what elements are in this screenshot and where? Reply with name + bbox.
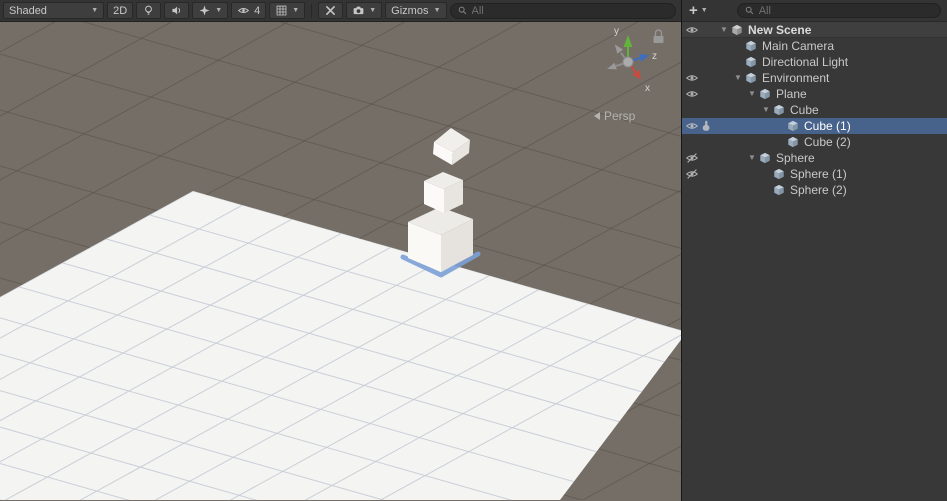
effects-dropdown[interactable]: ▼ xyxy=(192,2,229,19)
hierarchy-item-label: Cube (1) xyxy=(804,119,851,133)
hierarchy-panel: + ▼ ▼ New Scene Main Camera xyxy=(681,0,947,501)
hierarchy-row-environment[interactable]: ▼ Environment xyxy=(682,70,947,86)
create-menu-button[interactable]: + ▼ xyxy=(686,3,711,18)
visibility-icon xyxy=(237,4,250,17)
cube-object[interactable] xyxy=(433,128,470,165)
chevron-down-icon: ▼ xyxy=(91,7,99,14)
eye-icon[interactable] xyxy=(685,119,699,133)
eye-off-icon[interactable] xyxy=(685,167,699,181)
chevron-down-icon: ▼ xyxy=(700,7,708,14)
chevron-down-icon: ▼ xyxy=(433,7,441,14)
tools-icon xyxy=(324,4,337,17)
eye-icon[interactable] xyxy=(685,71,699,85)
camera-icon xyxy=(352,4,365,17)
hierarchy-item-label: Cube xyxy=(790,103,819,117)
foldout-icon[interactable]: ▼ xyxy=(746,86,758,102)
audio-toggle[interactable] xyxy=(164,2,190,19)
hierarchy-item-label: Main Camera xyxy=(762,39,835,53)
foldout-icon[interactable]: ▼ xyxy=(760,102,772,118)
search-icon xyxy=(744,5,755,16)
hierarchy-row-sphere[interactable]: ▼ Sphere xyxy=(682,150,947,166)
ground-plane[interactable] xyxy=(0,191,681,500)
hierarchy-item-label: Sphere xyxy=(776,151,815,165)
gameobject-icon xyxy=(744,39,758,53)
gameobject-icon xyxy=(786,135,800,149)
gameobject-icon xyxy=(786,119,800,133)
chevron-down-icon: ▼ xyxy=(369,7,377,14)
scene-visibility-toggle[interactable]: 4 xyxy=(231,2,267,19)
persp-arrow-icon xyxy=(594,112,600,120)
hierarchy-row-sphere-2[interactable]: Sphere (2) xyxy=(682,182,947,198)
unity-editor: Shaded ▼ 2D ▼ 4 ▼ ▼ Gizmos ▼ All y z x P… xyxy=(0,0,947,501)
hierarchy-item-label: Cube (2) xyxy=(804,135,851,149)
scene-pane: Shaded ▼ 2D ▼ 4 ▼ ▼ Gizmos ▼ All y z x P… xyxy=(0,0,681,501)
hierarchy-search-input[interactable] xyxy=(758,4,934,17)
axis-y-label[interactable]: y xyxy=(614,26,619,37)
hierarchy-row-plane[interactable]: ▼ Plane xyxy=(682,86,947,102)
hierarchy-tree: ▼ New Scene Main Camera Directional Ligh… xyxy=(682,22,947,501)
hierarchy-row-directional-light[interactable]: Directional Light xyxy=(682,54,947,70)
gizmos-label: Gizmos xyxy=(391,4,429,17)
projection-toggle[interactable]: Persp xyxy=(594,109,635,123)
hierarchy-item-label: New Scene xyxy=(748,22,812,37)
2d-toggle[interactable]: 2D xyxy=(107,2,134,19)
axis-z-label[interactable]: z xyxy=(652,51,657,62)
gameobject-icon xyxy=(744,55,758,69)
gameobject-icon xyxy=(772,183,786,197)
orientation-gizmo[interactable]: y z x xyxy=(607,26,657,94)
hierarchy-row-cube[interactable]: ▼ Cube xyxy=(682,102,947,118)
gameobject-icon xyxy=(758,151,772,165)
chevron-down-icon: ▼ xyxy=(215,7,223,14)
projection-label: Persp xyxy=(604,109,636,123)
audio-icon xyxy=(170,4,183,17)
scene-icon xyxy=(730,23,744,37)
hierarchy-row-new-scene[interactable]: ▼ New Scene xyxy=(682,22,947,38)
grid-icon xyxy=(275,4,288,17)
scene-view-toolbar: Shaded ▼ 2D ▼ 4 ▼ ▼ Gizmos ▼ All xyxy=(0,0,681,22)
draw-mode-dropdown[interactable]: Shaded ▼ xyxy=(3,2,105,19)
lock-icon[interactable] xyxy=(653,29,664,43)
pick-hand-icon[interactable] xyxy=(699,119,713,133)
hierarchy-row-sphere-1[interactable]: Sphere (1) xyxy=(682,166,947,182)
eye-icon[interactable] xyxy=(685,23,699,37)
foldout-icon[interactable]: ▼ xyxy=(746,150,758,166)
lighting-icon xyxy=(142,4,155,17)
hierarchy-item-label: Sphere (1) xyxy=(790,167,847,181)
hierarchy-item-label: Sphere (2) xyxy=(790,183,847,197)
eye-icon[interactable] xyxy=(685,87,699,101)
scene-search-input[interactable] xyxy=(471,4,669,17)
cube-object[interactable] xyxy=(424,172,463,213)
hierarchy-item-label: Environment xyxy=(762,71,830,85)
chevron-down-icon: ▼ xyxy=(292,7,300,14)
search-icon xyxy=(457,5,468,16)
gameobject-icon xyxy=(758,87,772,101)
lighting-toggle[interactable] xyxy=(136,2,162,19)
effects-icon xyxy=(198,4,211,17)
gameobject-icon xyxy=(744,71,758,85)
hierarchy-toolbar: + ▼ xyxy=(682,0,947,22)
tools-button[interactable] xyxy=(318,2,344,19)
toolbar-separator xyxy=(311,3,313,18)
scene-view[interactable]: y z x Persp xyxy=(0,22,681,501)
draw-mode-label: Shaded xyxy=(9,4,47,17)
grid-visual-dropdown[interactable]: ▼ xyxy=(269,2,306,19)
hierarchy-row-main-camera[interactable]: Main Camera xyxy=(682,38,947,54)
hierarchy-item-label: Directional Light xyxy=(762,55,849,69)
hierarchy-item-label: Plane xyxy=(776,87,807,101)
foldout-icon[interactable]: ▼ xyxy=(718,22,730,38)
2d-label: 2D xyxy=(113,4,128,17)
scene-search[interactable] xyxy=(449,2,676,19)
plus-icon: + xyxy=(689,2,698,19)
foldout-icon[interactable]: ▼ xyxy=(732,70,744,86)
gizmos-dropdown[interactable]: Gizmos ▼ xyxy=(385,2,447,19)
gameobject-icon xyxy=(772,103,786,117)
hierarchy-row-cube-1[interactable]: Cube (1) xyxy=(682,118,947,134)
axis-x-label[interactable]: x xyxy=(645,83,650,94)
eye-off-icon[interactable] xyxy=(685,151,699,165)
hierarchy-row-cube-2[interactable]: Cube (2) xyxy=(682,134,947,150)
gameobject-icon xyxy=(772,167,786,181)
camera-settings-dropdown[interactable]: ▼ xyxy=(346,2,383,19)
hidden-count: 4 xyxy=(254,4,261,17)
hierarchy-search[interactable] xyxy=(736,3,941,18)
